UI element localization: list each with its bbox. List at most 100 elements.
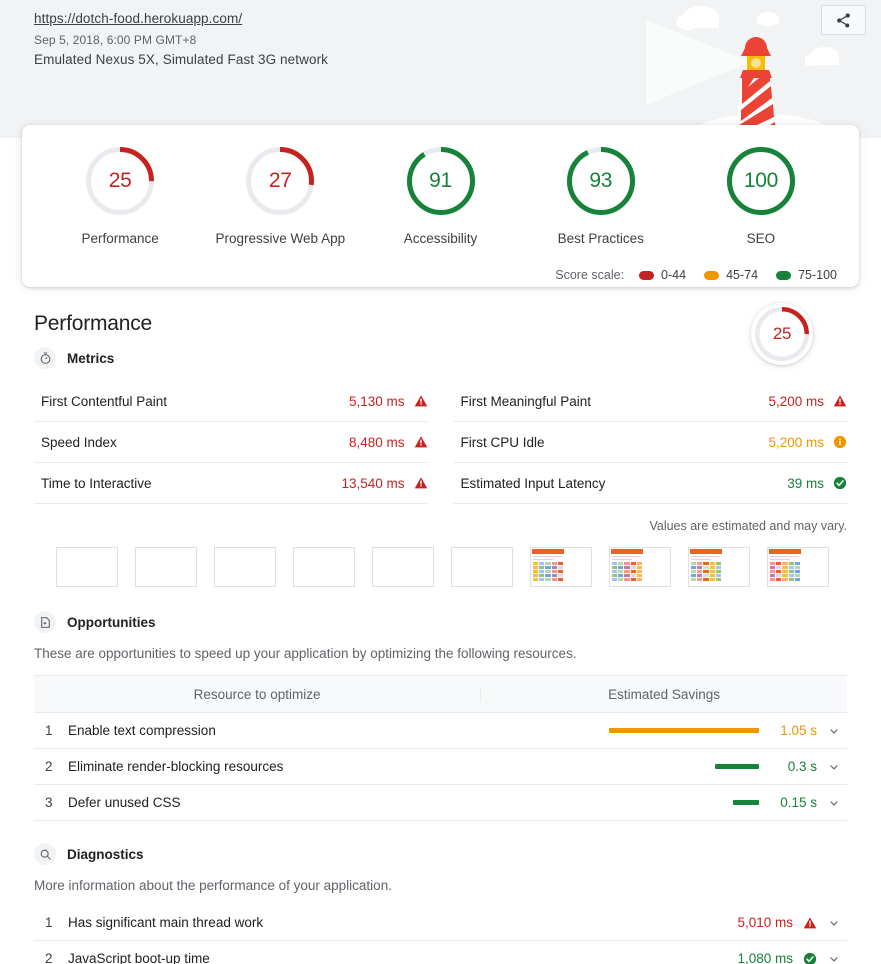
chevron-down-icon[interactable] <box>828 761 840 773</box>
metric-row[interactable]: Speed Index 8,480 ms <box>34 422 428 463</box>
diagnostics-section-header: Diagnostics <box>34 843 847 865</box>
filmstrip-frame-8 <box>609 547 671 587</box>
score-gauge-4[interactable]: 100 SEO <box>681 147 841 246</box>
chevron-down-icon[interactable] <box>828 797 840 809</box>
diagnostic-name: JavaScript boot-up time <box>68 951 210 964</box>
scale-range: 45-74 <box>726 268 759 282</box>
score-label: Best Practices <box>557 231 644 246</box>
share-icon <box>837 12 850 28</box>
report-header: https://dotch-food.herokuapp.com/ Sep 5,… <box>0 0 881 138</box>
performance-header: Performance 25 <box>34 287 847 365</box>
report-url[interactable]: https://dotch-food.herokuapp.com/ <box>34 11 242 26</box>
opportunity-index: 1 <box>45 723 53 738</box>
diagnostic-expand-button[interactable] <box>827 953 841 964</box>
diagnostic-index: 2 <box>45 951 53 964</box>
metrics-note: Values are estimated and may vary. <box>649 519 847 533</box>
score-gauge-3[interactable]: 93 Best Practices <box>521 147 681 246</box>
metric-row[interactable]: First Contentful Paint 5,130 ms <box>34 381 428 422</box>
savings-bar <box>609 728 759 733</box>
opportunity-row[interactable]: 2 Eliminate render-blocking resources 0.… <box>34 749 847 785</box>
opportunity-name: Defer unused CSS <box>68 795 181 810</box>
score-value: 100 <box>743 169 778 192</box>
score-label: Accessibility <box>403 231 478 246</box>
opportunity-name: Eliminate render-blocking resources <box>68 759 284 774</box>
score-label: Performance <box>81 231 159 246</box>
chevron-down-icon[interactable] <box>828 917 840 929</box>
metric-row[interactable]: First Meaningful Paint 5,200 ms <box>453 381 847 422</box>
scale-pill <box>639 270 655 280</box>
opportunity-row[interactable]: 1 Enable text compression 1.05 s <box>34 713 847 749</box>
savings-bar <box>733 800 759 805</box>
metrics-title: Metrics <box>67 350 115 366</box>
score-gauge-2[interactable]: 91 Accessibility <box>360 147 520 246</box>
opportunity-expand-button[interactable] <box>827 797 841 809</box>
opportunity-savings: 0.15 s <box>780 795 817 810</box>
opportunity-expand-button[interactable] <box>827 761 841 773</box>
metric-name: First CPU Idle <box>460 434 545 450</box>
metric-name: Speed Index <box>41 434 117 450</box>
score-gauge-1[interactable]: 27 Progressive Web App <box>200 147 360 246</box>
score-gauge-0[interactable]: 25 Performance <box>40 147 200 246</box>
opportunities-table: Resource to optimize Estimated Savings 1… <box>34 675 847 821</box>
fail-triangle-icon <box>803 916 817 928</box>
metric-name: Time to Interactive <box>41 475 152 491</box>
metrics-grid: First Contentful Paint 5,130 ms First Me… <box>34 381 847 504</box>
stopwatch-icon <box>34 347 56 369</box>
opportunity-index: 2 <box>45 759 53 774</box>
score-value: 25 <box>108 169 132 192</box>
opportunity-savings: 1.05 s <box>780 723 817 738</box>
diagnostic-name: Has significant main thread work <box>68 915 264 930</box>
filmstrip-frame-4 <box>293 547 355 587</box>
fail-triangle-icon <box>414 395 427 407</box>
pass-check-icon <box>803 952 817 964</box>
metric-row[interactable]: Estimated Input Latency 39 ms <box>453 463 847 504</box>
metric-value: 39 ms <box>787 475 824 491</box>
scale-range: 75-100 <box>798 268 837 282</box>
filmstrip <box>34 547 847 587</box>
opportunity-expand-button[interactable] <box>827 725 841 737</box>
score-gauges: 25 Performance 27 Progressive Web App 91… <box>40 147 841 246</box>
metric-row[interactable]: First CPU Idle 5,200 ms <box>453 422 847 463</box>
score-label: Progressive Web App <box>215 231 346 246</box>
pass-check-icon <box>833 476 847 490</box>
metric-value: 5,130 ms <box>348 393 405 409</box>
diagnostics-table: 1 Has significant main thread work 5,010… <box>34 905 847 964</box>
opportunity-index: 3 <box>45 795 53 810</box>
chevron-down-icon[interactable] <box>828 953 840 964</box>
page-title: Performance <box>34 312 153 335</box>
savings-bar <box>715 764 759 769</box>
diagnostic-index: 1 <box>45 915 53 930</box>
chevron-down-icon[interactable] <box>828 725 840 737</box>
filmstrip-thumbnail-content <box>531 548 565 586</box>
filmstrip-frame-6 <box>451 547 513 587</box>
score-scale-label: Score scale: <box>555 268 625 282</box>
metric-value: 13,540 ms <box>341 475 405 491</box>
scale-pill <box>704 270 720 280</box>
opportunities-description: These are opportunities to speed up your… <box>34 646 577 661</box>
performance-score-value: 25 <box>772 324 792 343</box>
opportunities-section-header: Opportunities <box>34 611 847 633</box>
diagnostics-title: Diagnostics <box>67 846 144 862</box>
average-info-icon <box>833 435 847 449</box>
filmstrip-frame-10 <box>767 547 829 587</box>
metric-row[interactable]: Time to Interactive 13,540 ms <box>34 463 428 504</box>
diagnostic-value: 5,010 ms <box>737 915 793 930</box>
column-resource: Resource to optimize <box>34 686 482 702</box>
diagnostic-expand-button[interactable] <box>827 917 841 929</box>
score-value: 93 <box>589 169 613 192</box>
scale-item-1: 45-74 <box>704 268 758 282</box>
magnifier-icon <box>34 843 56 865</box>
metric-value: 8,480 ms <box>348 434 405 450</box>
filmstrip-frame-7 <box>530 547 592 587</box>
diagnostic-row[interactable]: 1 Has significant main thread work 5,010… <box>34 905 847 941</box>
filmstrip-frame-1 <box>56 547 118 587</box>
scale-pill <box>776 270 792 280</box>
diagnostic-row[interactable]: 2 JavaScript boot-up time 1,080 ms <box>34 941 847 964</box>
report-body: Performance 25 Metrics First Contentful … <box>0 287 881 964</box>
share-button[interactable] <box>821 5 866 35</box>
score-value: 91 <box>429 169 452 192</box>
scores-card: 25 Performance 27 Progressive Web App 91… <box>22 125 859 287</box>
metrics-section-header: Metrics <box>34 347 847 369</box>
fail-triangle-icon <box>833 395 847 407</box>
opportunity-row[interactable]: 3 Defer unused CSS 0.15 s <box>34 785 847 821</box>
